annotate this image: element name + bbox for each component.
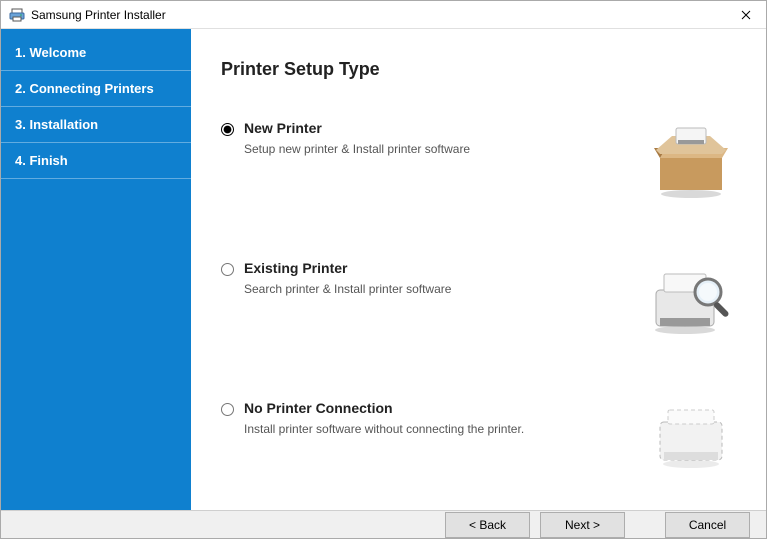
sidebar-item-welcome[interactable]: 1. Welcome bbox=[1, 35, 191, 71]
sidebar-item-installation[interactable]: 3. Installation bbox=[1, 107, 191, 143]
option-new-printer-desc: Setup new printer & Install printer soft… bbox=[244, 142, 626, 156]
printer-app-icon bbox=[9, 7, 25, 23]
option-new-printer-radio[interactable] bbox=[221, 123, 234, 136]
option-new-printer[interactable]: New Printer Setup new printer & Install … bbox=[221, 120, 736, 200]
existing-printer-search-icon bbox=[646, 260, 736, 340]
sidebar-item-finish[interactable]: 4. Finish bbox=[1, 143, 191, 179]
option-no-printer-radio[interactable] bbox=[221, 403, 234, 416]
close-icon[interactable] bbox=[726, 1, 766, 29]
footer: < Back Next > Cancel bbox=[1, 510, 766, 538]
page-title: Printer Setup Type bbox=[221, 59, 736, 80]
new-printer-box-icon bbox=[646, 120, 736, 200]
back-button[interactable]: < Back bbox=[445, 512, 530, 538]
option-no-printer-desc: Install printer software without connect… bbox=[244, 422, 626, 436]
option-no-printer[interactable]: No Printer Connection Install printer so… bbox=[221, 400, 736, 480]
titlebar: Samsung Printer Installer bbox=[1, 1, 766, 29]
option-existing-printer-radio[interactable] bbox=[221, 263, 234, 276]
window-title: Samsung Printer Installer bbox=[31, 8, 726, 22]
option-no-printer-label: No Printer Connection bbox=[244, 400, 626, 416]
option-new-printer-label: New Printer bbox=[244, 120, 626, 136]
next-button[interactable]: Next > bbox=[540, 512, 625, 538]
sidebar: 1. Welcome 2. Connecting Printers 3. Ins… bbox=[1, 29, 191, 510]
cancel-button[interactable]: Cancel bbox=[665, 512, 750, 538]
no-printer-ghost-icon bbox=[646, 400, 736, 480]
sidebar-item-connecting[interactable]: 2. Connecting Printers bbox=[1, 71, 191, 107]
main-content: Printer Setup Type New Printer Setup new… bbox=[191, 29, 766, 510]
option-existing-printer-desc: Search printer & Install printer softwar… bbox=[244, 282, 626, 296]
option-existing-printer[interactable]: Existing Printer Search printer & Instal… bbox=[221, 260, 736, 340]
option-existing-printer-label: Existing Printer bbox=[244, 260, 626, 276]
